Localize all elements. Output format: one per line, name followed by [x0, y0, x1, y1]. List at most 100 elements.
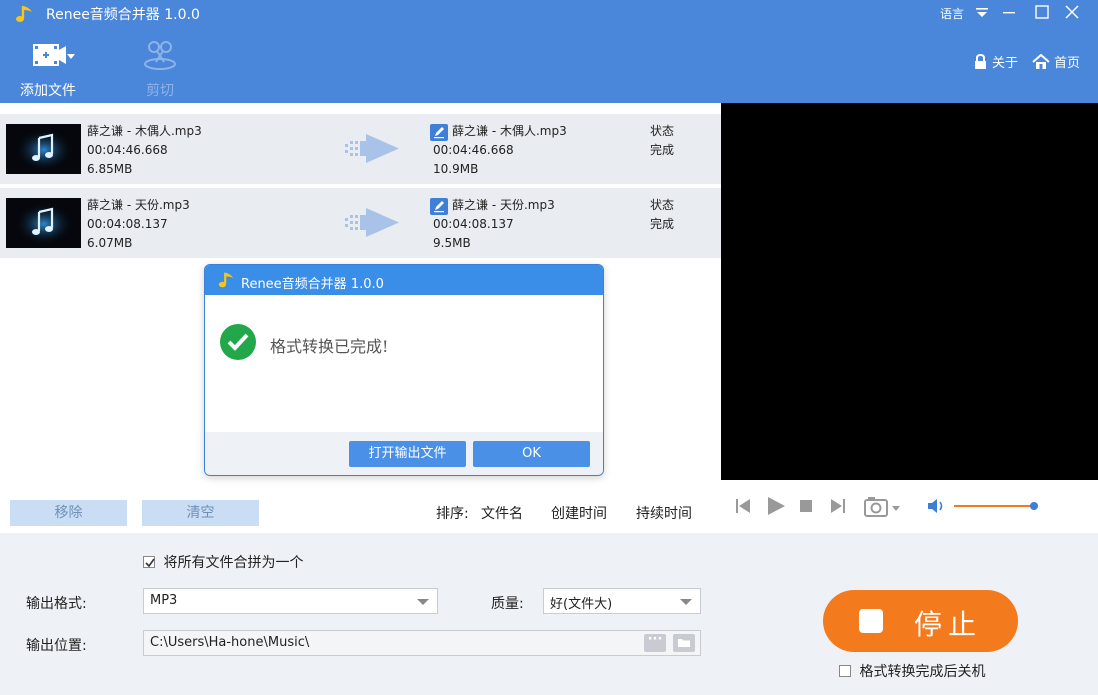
format-value: MP3 [150, 593, 178, 608]
home-label: 首页 [1054, 56, 1081, 71]
output-size: 10.9MB [433, 162, 479, 176]
preview-video[interactable] [721, 103, 1098, 480]
maximize-icon[interactable] [1033, 3, 1051, 21]
music-note-logo-icon [16, 6, 32, 22]
music-thumbnail-icon [6, 124, 81, 174]
source-file-name: 薛之谦 - 木偶人.mp3 [87, 124, 202, 138]
output-duration: 00:04:08.137 [433, 217, 514, 231]
ok-button[interactable]: OK [473, 441, 590, 467]
status-value: 完成 [650, 217, 675, 231]
music-thumbnail-icon [6, 198, 81, 248]
format-label: 输出格式: [26, 596, 87, 612]
status-info: 状态 完成 [650, 196, 674, 234]
minimize-icon[interactable] [1000, 3, 1018, 21]
shutdown-label: 格式转换完成后关机 [859, 664, 986, 680]
sort-by-name[interactable]: 文件名 [481, 503, 523, 523]
film-add-icon [33, 44, 75, 66]
add-file-label: 添加文件 [20, 83, 76, 99]
chevron-down-icon[interactable] [975, 6, 989, 20]
player-controls [721, 480, 1098, 533]
shutdown-option[interactable]: 格式转换完成后关机 [839, 661, 985, 681]
output-details: 00:04:08.137 9.5MB [433, 215, 514, 253]
cut-button[interactable]: 剪切 [136, 40, 184, 100]
file-row[interactable]: 薛之谦 - 木偶人.mp3 00:04:46.668 6.85MB 薛之谦 - … [0, 114, 721, 184]
source-duration: 00:04:08.137 [87, 217, 168, 231]
stop-label: 停止 [914, 608, 983, 641]
dialog-title-bar: Renee音频合并器 1.0.0 [205, 265, 603, 295]
stop-square-icon [859, 609, 883, 633]
chevron-down-icon [680, 599, 692, 605]
cut-label: 剪切 [146, 83, 174, 99]
source-info: 薛之谦 - 天份.mp3 00:04:08.137 6.07MB [87, 196, 190, 253]
output-file-name: 薛之谦 - 木偶人.mp3 [452, 124, 567, 138]
merge-all-label: 将所有文件合拼为一个 [163, 555, 304, 571]
about-label: 关于 [992, 56, 1019, 71]
status-info: 状态 完成 [650, 122, 674, 160]
status-value: 完成 [650, 143, 675, 157]
dialog-message: 格式转换已完成! [270, 337, 389, 356]
app-title: Renee音频合并器 1.0.0 [46, 7, 200, 23]
shutdown-checkbox[interactable] [839, 665, 851, 677]
volume-knob[interactable] [1030, 502, 1039, 510]
quality-value: 好(文件大) [550, 597, 613, 612]
output-info: 薛之谦 - 木偶人.mp3 [452, 122, 567, 141]
quality-select[interactable]: 好(文件大) [543, 588, 701, 614]
output-file-name: 薛之谦 - 天份.mp3 [452, 198, 555, 212]
format-select[interactable]: MP3 [143, 588, 438, 614]
volume-icon[interactable] [927, 498, 947, 514]
edit-icon[interactable] [430, 198, 448, 215]
camera-icon[interactable] [864, 496, 902, 518]
completion-dialog: Renee音频合并器 1.0.0 格式转换已完成! 打开输出文件 OK [204, 264, 604, 476]
dialog-footer: 打开输出文件 OK [205, 432, 603, 475]
add-file-button[interactable]: 添加文件 [16, 40, 80, 100]
quality-label: 质量: [491, 596, 524, 612]
merge-all-option[interactable]: 将所有文件合拼为一个 [143, 552, 303, 572]
sort-label: 排序: [436, 506, 469, 522]
location-input[interactable]: C:\Users\Ha-hone\Music\ ··· [143, 630, 701, 656]
more-icon[interactable]: ··· [644, 633, 666, 652]
about-link[interactable]: 关于 [973, 52, 1018, 71]
open-output-button[interactable]: 打开输出文件 [349, 441, 466, 467]
lock-icon [975, 53, 986, 69]
app-header: Renee音频合并器 1.0.0 语言 添加文件 剪切 关于 首页 [0, 0, 1098, 103]
edit-icon[interactable] [430, 124, 448, 141]
dialog-title: Renee音频合并器 1.0.0 [241, 277, 384, 292]
merge-all-checkbox[interactable] [143, 556, 155, 568]
status-label: 状态 [650, 198, 675, 212]
arrow-right-icon [345, 208, 399, 237]
source-file-name: 薛之谦 - 天份.mp3 [87, 198, 190, 212]
source-size: 6.85MB [87, 162, 133, 176]
remove-button[interactable]: 移除 [10, 500, 127, 526]
folder-icon[interactable] [673, 634, 695, 652]
sort-by-created[interactable]: 创建时间 [551, 503, 607, 523]
volume-slider[interactable] [954, 502, 1039, 510]
home-link[interactable]: 首页 [1032, 52, 1080, 71]
play-icon[interactable] [766, 496, 786, 516]
skip-back-icon[interactable] [735, 498, 751, 514]
check-circle-icon [220, 324, 256, 360]
volume-fill [954, 505, 1035, 507]
output-info: 薛之谦 - 天份.mp3 [452, 196, 555, 215]
language-menu[interactable]: 语言 [940, 5, 964, 22]
output-duration: 00:04:46.668 [433, 143, 514, 157]
sort-by-duration[interactable]: 持续时间 [636, 503, 692, 523]
list-action-bar: 移除 清空 排序: 文件名 创建时间 持续时间 [0, 495, 721, 533]
location-value: C:\Users\Ha-hone\Music\ [150, 635, 310, 650]
output-details: 00:04:46.668 10.9MB [433, 141, 514, 179]
music-note-logo-icon [218, 272, 234, 288]
clear-button[interactable]: 清空 [142, 500, 259, 526]
source-info: 薛之谦 - 木偶人.mp3 00:04:46.668 6.85MB [87, 122, 202, 179]
scissors-icon [144, 41, 176, 70]
stop-icon[interactable] [800, 500, 812, 512]
home-icon [1032, 53, 1050, 69]
location-label: 输出位置: [26, 638, 87, 654]
stop-button[interactable]: 停止 [823, 590, 1018, 652]
file-row[interactable]: 薛之谦 - 天份.mp3 00:04:08.137 6.07MB 薛之谦 - 天… [0, 188, 721, 258]
source-duration: 00:04:46.668 [87, 143, 168, 157]
arrow-right-icon [345, 134, 399, 163]
status-label: 状态 [650, 124, 675, 138]
source-size: 6.07MB [87, 236, 133, 250]
skip-forward-icon[interactable] [830, 498, 846, 514]
chevron-down-icon [417, 599, 429, 605]
close-icon[interactable] [1063, 3, 1081, 21]
